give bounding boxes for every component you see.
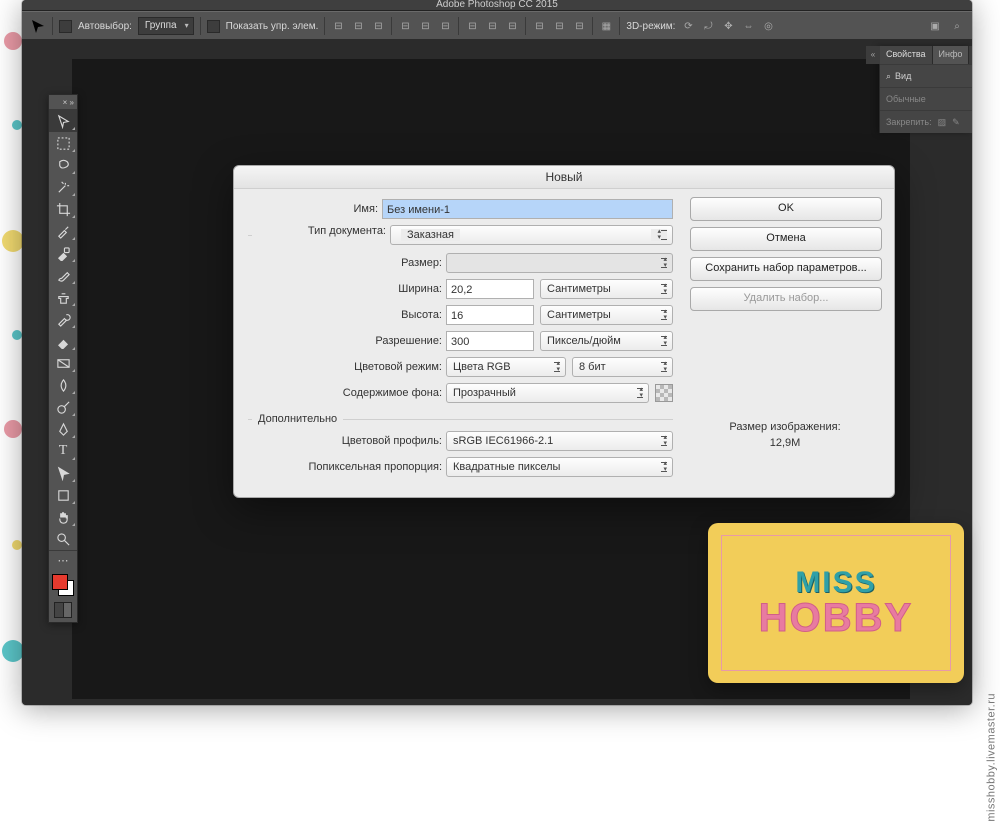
foreground-color-swatch[interactable]	[52, 574, 68, 590]
roll-3d-icon[interactable]: ⤾	[701, 19, 715, 33]
height-unit-select[interactable]: Сантиметры▴▾	[540, 305, 673, 325]
bg-contents-select[interactable]: Прозрачный▴▾	[446, 383, 649, 403]
distribute-icon-3[interactable]: ⊟	[505, 19, 519, 33]
eyedropper-tool[interactable]	[49, 220, 77, 242]
color-swatches[interactable]	[49, 570, 77, 622]
gradient-tool[interactable]	[49, 352, 77, 374]
panel-row-normal[interactable]: Обычные	[880, 87, 972, 110]
color-mode-select[interactable]: Цвета RGB▴▾	[446, 357, 566, 377]
autoselect-label: Автовыбор:	[78, 21, 132, 32]
align-top-icon[interactable]: ⊟	[398, 19, 412, 33]
ok-button[interactable]: OK	[690, 197, 882, 221]
save-preset-button[interactable]: Сохранить набор параметров...	[690, 257, 882, 281]
size-select: ▴▾	[446, 253, 673, 273]
pan-3d-icon[interactable]: ✥	[721, 19, 735, 33]
crop-tool[interactable]	[49, 198, 77, 220]
align-bottom-icon[interactable]: ⊟	[438, 19, 452, 33]
distribute-icon-6[interactable]: ⊟	[572, 19, 586, 33]
height-input[interactable]: 16	[446, 305, 534, 325]
color-profile-label: Цветовой профиль:	[248, 435, 446, 447]
panel-row-lock: Закрепить:▨✎	[880, 110, 972, 133]
path-select-tool[interactable]	[49, 462, 77, 484]
right-panels: « Свойства Инфо ⌕Вид Обычные Закрепить:▨…	[879, 46, 972, 133]
panel-row-view[interactable]: ⌕Вид	[880, 64, 972, 87]
tab-properties[interactable]: Свойства	[880, 46, 933, 64]
shape-tool[interactable]	[49, 484, 77, 506]
search-icon[interactable]: ⌕	[950, 19, 964, 33]
color-mode-label: Цветовой режим:	[248, 361, 446, 373]
toolbox: × » T ⋯	[48, 94, 78, 623]
auto-align-icon[interactable]: ▦	[599, 19, 613, 33]
pen-tool[interactable]	[49, 418, 77, 440]
show-transform-label: Показать упр. элем.	[226, 21, 319, 32]
clone-stamp-tool[interactable]	[49, 286, 77, 308]
source-url: misshobby.livemaster.ru	[986, 693, 998, 822]
panels-collapse-icon[interactable]: «	[866, 46, 880, 64]
show-transform-checkbox[interactable]	[207, 20, 220, 33]
history-brush-tool[interactable]	[49, 308, 77, 330]
width-unit-select[interactable]: Сантиметры▴▾	[540, 279, 673, 299]
width-label: Ширина:	[248, 283, 446, 295]
bit-depth-select[interactable]: 8 бит▴▾	[572, 357, 673, 377]
options-bar: Автовыбор: Группа Показать упр. элем. ⊟ …	[22, 11, 972, 41]
hobby-text: HOBBY	[759, 596, 913, 641]
width-input[interactable]: 20,2	[446, 279, 534, 299]
scale-3d-icon[interactable]: ◎	[761, 19, 775, 33]
type-tool[interactable]: T	[49, 440, 77, 462]
distribute-icon-5[interactable]: ⊟	[552, 19, 566, 33]
delete-preset-button: Удалить набор...	[690, 287, 882, 311]
bg-color-swatch[interactable]	[655, 384, 673, 402]
move-tool[interactable]	[49, 110, 77, 132]
orbit-3d-icon[interactable]: ⟳	[681, 19, 695, 33]
slide-3d-icon[interactable]: ⇔	[741, 19, 755, 33]
align-vcenter-icon[interactable]: ⊟	[418, 19, 432, 33]
miss-text: MISS	[795, 566, 876, 600]
distribute-icon-2[interactable]: ⊟	[485, 19, 499, 33]
name-label: Имя:	[248, 203, 382, 215]
resolution-unit-select[interactable]: Пиксель/дюйм▴▾	[540, 331, 673, 351]
quick-mask-toggle[interactable]	[54, 602, 72, 616]
resolution-input[interactable]: 300	[446, 331, 534, 351]
edit-toolbar-button[interactable]: ⋯	[49, 550, 77, 570]
doc-type-select[interactable]: Заказная▴▾	[390, 225, 673, 245]
mode3d-label: 3D-режим:	[626, 21, 675, 32]
color-profile-select[interactable]: sRGB IEC61966-2.1▴▾	[446, 431, 673, 451]
miss-hobby-watermark: MISS HOBBY	[708, 523, 964, 683]
blur-tool[interactable]	[49, 374, 77, 396]
pixel-aspect-select[interactable]: Квадратные пикселы▴▾	[446, 457, 673, 477]
eraser-tool[interactable]	[49, 330, 77, 352]
new-document-dialog: Новый Имя: Без имени-1 Тип документа: За…	[233, 165, 895, 498]
autoselect-checkbox[interactable]	[59, 20, 72, 33]
cancel-button[interactable]: Отмена	[690, 227, 882, 251]
size-label: Размер:	[248, 257, 446, 269]
workspace-icon[interactable]: ▣	[928, 19, 942, 33]
name-input[interactable]: Без имени-1	[382, 199, 673, 219]
align-hcenter-icon[interactable]: ⊟	[351, 19, 365, 33]
healing-brush-tool[interactable]	[49, 242, 77, 264]
advanced-label: Дополнительно	[252, 413, 343, 425]
dialog-title: Новый	[234, 166, 894, 189]
brush-tool[interactable]	[49, 264, 77, 286]
move-tool-preset-icon[interactable]	[30, 18, 46, 34]
tab-info[interactable]: Инфо	[933, 46, 970, 64]
lasso-tool[interactable]	[49, 154, 77, 176]
magic-wand-tool[interactable]	[49, 176, 77, 198]
height-label: Высота:	[248, 309, 446, 321]
autoselect-mode-select[interactable]: Группа	[138, 17, 194, 35]
doc-type-label: Тип документа:	[252, 225, 390, 245]
resolution-label: Разрешение:	[248, 335, 446, 347]
bg-contents-label: Содержимое фона:	[248, 387, 446, 399]
distribute-icon-1[interactable]: ⊟	[465, 19, 479, 33]
marquee-tool[interactable]	[49, 132, 77, 154]
align-right-icon[interactable]: ⊟	[371, 19, 385, 33]
align-left-icon[interactable]: ⊟	[331, 19, 345, 33]
zoom-tool[interactable]	[49, 528, 77, 550]
hand-tool[interactable]	[49, 506, 77, 528]
distribute-icon-4[interactable]: ⊟	[532, 19, 546, 33]
dodge-tool[interactable]	[49, 396, 77, 418]
window-title: Adobe Photoshop CC 2015	[22, 0, 972, 11]
pixel-aspect-label: Попиксельная пропорция:	[248, 461, 446, 473]
image-size-info: Размер изображения: 12,9М	[690, 421, 880, 449]
toolbox-header[interactable]: × »	[49, 95, 77, 110]
